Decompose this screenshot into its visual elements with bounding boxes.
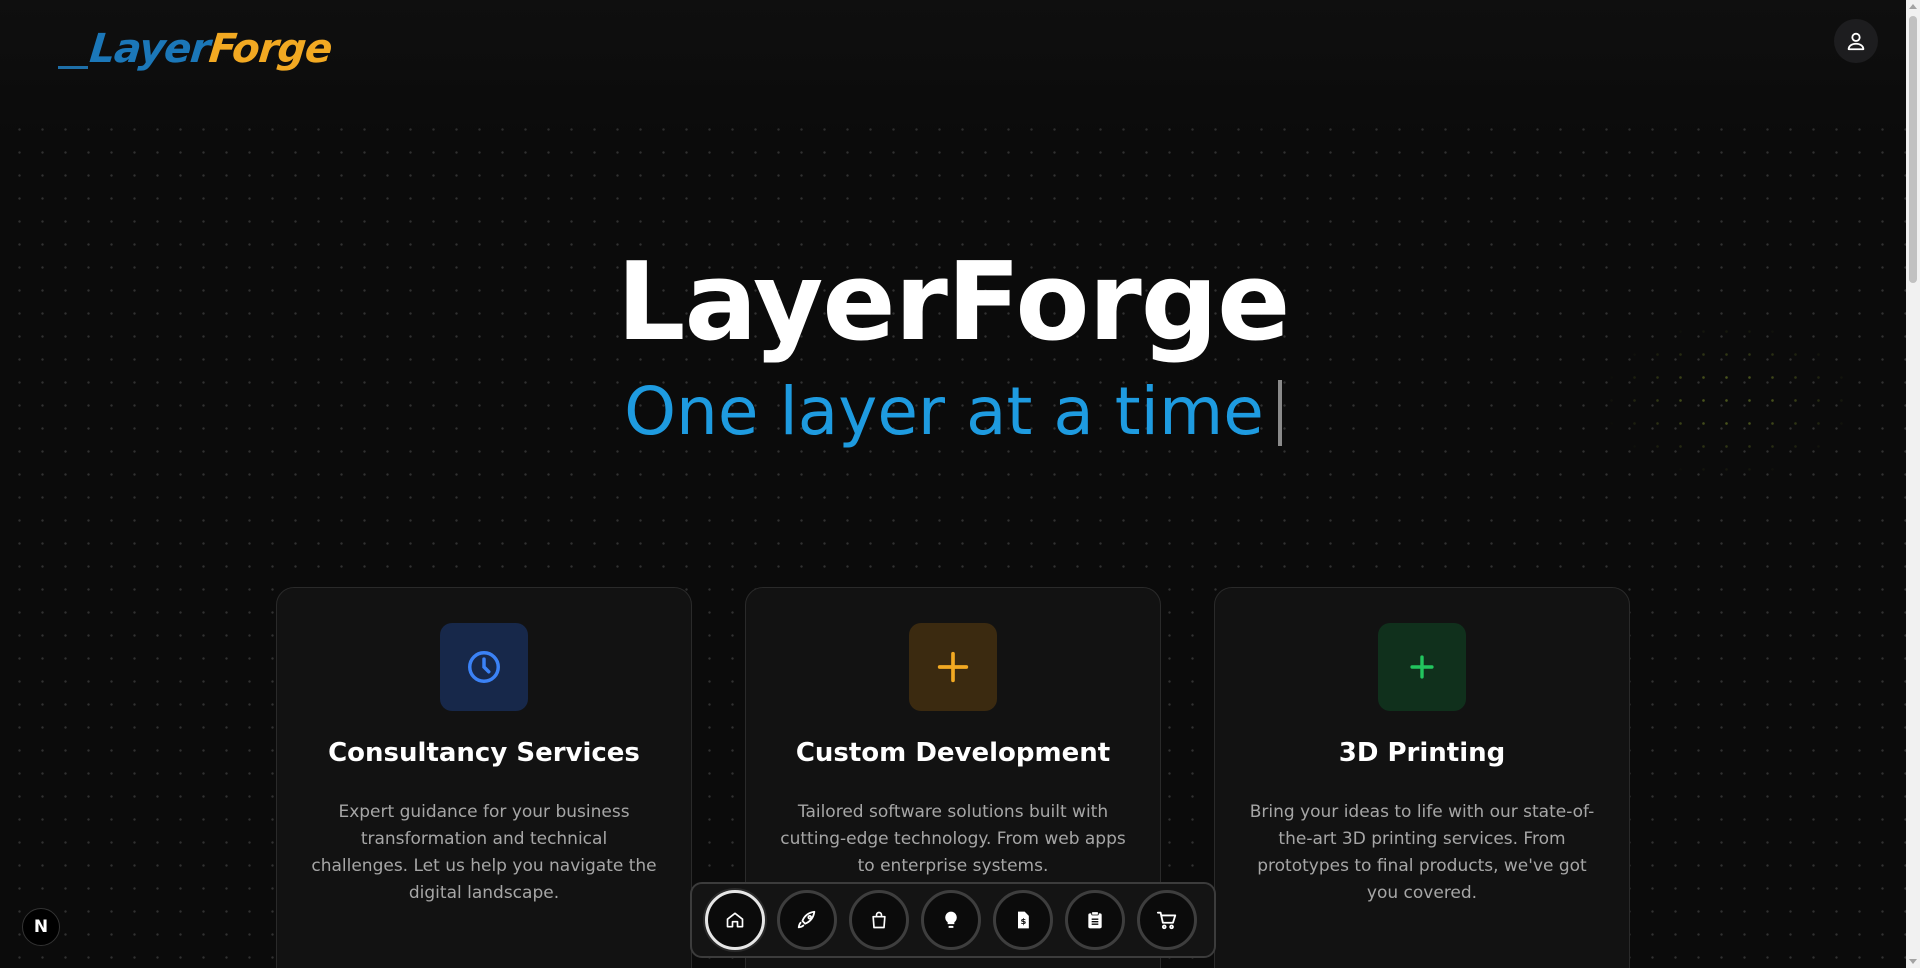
plus-icon — [1410, 655, 1434, 679]
scroll-up-arrow-icon[interactable] — [1909, 4, 1917, 9]
service-card-3d-printing[interactable]: 3D Printing Bring your ideas to life wit… — [1214, 587, 1630, 968]
dock-clipboard-button[interactable] — [1065, 890, 1125, 950]
card-title: Custom Development — [795, 738, 1111, 768]
dock-cart-button[interactable] — [1137, 890, 1197, 950]
logo-text-layer: Layer — [87, 26, 212, 72]
hero-subtitle: One layer at a time — [0, 373, 1906, 450]
shopping-bag-icon — [872, 911, 886, 929]
rocket-icon — [797, 910, 816, 929]
dock-rocket-button[interactable] — [777, 890, 837, 950]
clipboard-icon — [1088, 911, 1102, 929]
typing-cursor — [1277, 380, 1282, 446]
svg-text:$: $ — [1021, 916, 1027, 926]
card-title: Consultancy Services — [328, 738, 640, 768]
card-description: Expert guidance for your business transf… — [311, 802, 657, 903]
logo-text-forge: Forge — [206, 26, 334, 72]
cart-icon — [1156, 911, 1177, 930]
plus-icon — [937, 651, 969, 683]
dock-home-button[interactable] — [705, 890, 765, 950]
card-icon-box — [1378, 623, 1466, 711]
card-description: Bring your ideas to life with our state-… — [1249, 802, 1595, 903]
invoice-icon: $ — [1018, 911, 1029, 929]
page-scrollbar[interactable] — [1906, 0, 1920, 968]
brand-logo[interactable]: LayerForge — [58, 24, 334, 74]
logo-underline — [58, 66, 88, 69]
card-title: 3D Printing — [1338, 738, 1506, 768]
card-description: Tailored software solutions built with c… — [780, 802, 1126, 876]
service-card-consultancy[interactable]: Consultancy Services Expert guidance for… — [276, 587, 692, 968]
nextjs-dev-badge[interactable]: N — [22, 908, 60, 946]
lightbulb-icon — [945, 911, 957, 928]
clock-icon — [468, 651, 500, 683]
user-account-button[interactable] — [1834, 19, 1878, 63]
hero-subtitle-text: One layer at a time — [624, 373, 1264, 450]
dock-shopping-bag-button[interactable] — [849, 890, 909, 950]
dock-lightbulb-button[interactable] — [921, 890, 981, 950]
bottom-dock-nav: $ — [690, 882, 1216, 958]
scroll-down-arrow-icon[interactable] — [1909, 959, 1917, 964]
card-icon-box — [440, 623, 528, 711]
badge-label: N — [33, 917, 49, 937]
scroll-thumb[interactable] — [1909, 16, 1917, 283]
dock-invoice-button[interactable]: $ — [993, 890, 1053, 950]
hero-title: LayerForge — [616, 240, 1291, 365]
card-icon-box — [909, 623, 997, 711]
user-icon — [1847, 32, 1865, 51]
home-icon — [726, 912, 744, 928]
